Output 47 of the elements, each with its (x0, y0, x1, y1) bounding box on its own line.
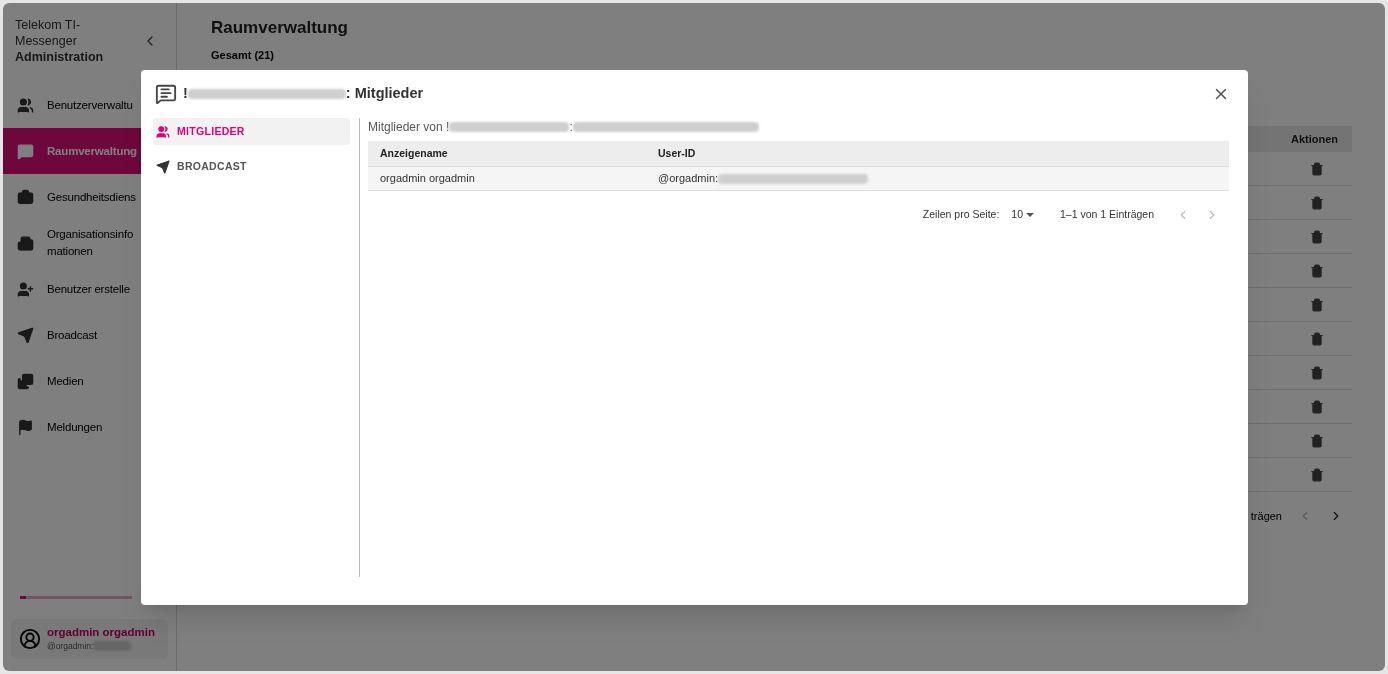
nav-item[interactable]: Broadcast (3, 312, 176, 358)
dialog-title: ! (183, 84, 188, 104)
brand-title: Telekom TI- Messenger (15, 16, 82, 49)
rows-per-page-label: Zeilen pro Seite: (922, 207, 1000, 223)
delete-icon[interactable] (1310, 433, 1324, 448)
members-intro: Mitglieder von ! (368, 119, 450, 136)
pagination-text: trägen (1250, 508, 1282, 524)
delete-icon[interactable] (1310, 229, 1324, 244)
person-add-icon (17, 280, 34, 298)
delete-icon[interactable] (1310, 297, 1324, 312)
column-header: Aktionen (1290, 131, 1338, 147)
chat-icon (155, 83, 177, 105)
delete-icon[interactable] (1310, 195, 1324, 210)
column-header: User-ID (658, 145, 696, 161)
user-id: @orgadmin: (47, 640, 94, 653)
table-cell-text: orgadmin orgadmin (380, 171, 476, 187)
delete-icon[interactable] (1310, 263, 1324, 278)
medical-bag-icon (17, 188, 34, 206)
flag-icon (17, 418, 34, 436)
page-title: Raumverwaltung (211, 17, 349, 39)
nav-item[interactable]: Organisationsinfo mationen (3, 220, 176, 266)
dialog-title: : Mitglieder (345, 84, 424, 104)
user-name: orgadmin orgadmin (47, 625, 155, 639)
delete-icon[interactable] (1310, 331, 1324, 346)
brand-subtitle: Administration (15, 48, 105, 65)
dialog-tab[interactable]: MITGLIEDER (153, 118, 350, 145)
total-count: Gesamt (21) (211, 47, 275, 63)
members-intro: : (569, 119, 573, 136)
column-header: Anzeigename (380, 145, 449, 161)
nav-item[interactable]: Meldungen (3, 404, 176, 450)
delete-icon[interactable] (1310, 467, 1324, 482)
rows-per-page-select[interactable]: 10 (1011, 207, 1034, 223)
send-icon (17, 326, 34, 344)
avatar-icon (19, 628, 41, 650)
delete-icon[interactable] (1310, 365, 1324, 380)
delete-icon[interactable] (1310, 161, 1324, 176)
chat-bubble-icon (17, 142, 34, 160)
people-icon (17, 96, 34, 114)
nav-item[interactable]: Medien (3, 358, 176, 404)
pagination-range: 1–1 von 1 Einträgen (1060, 207, 1154, 223)
table-cell-text: @orgadmin: (658, 171, 719, 187)
nav-item[interactable]: Benutzer erstelle (3, 266, 176, 312)
people-icon (156, 124, 170, 139)
user-card[interactable]: orgadmin orgadmin @orgadmin: (11, 619, 168, 659)
send-icon (156, 159, 170, 174)
dropdown-caret-icon (1026, 213, 1034, 217)
delete-icon[interactable] (1310, 399, 1324, 414)
